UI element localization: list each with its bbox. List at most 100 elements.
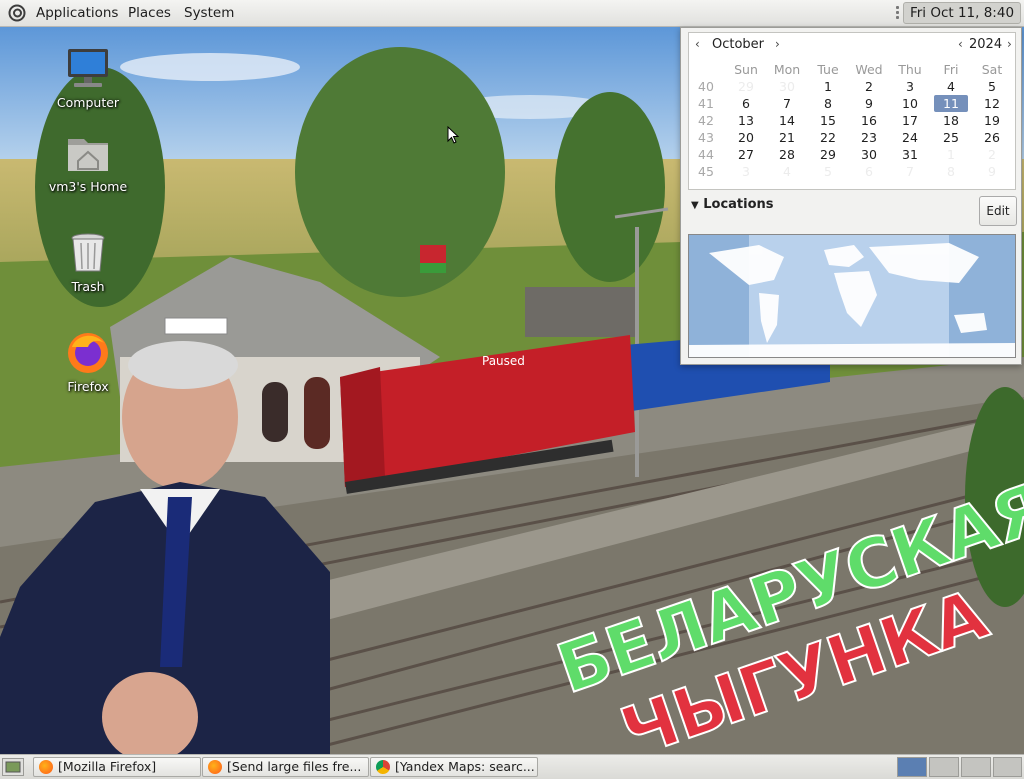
weekday-header: Sat bbox=[981, 62, 1003, 77]
locations-label: Locations bbox=[703, 197, 774, 212]
calendar-day[interactable]: 8 bbox=[811, 95, 845, 112]
next-month-button[interactable]: › bbox=[775, 37, 780, 51]
weekday-header-row: Sun Mon Tue Wed Thu Fri Sat bbox=[689, 61, 1015, 78]
chrome-icon bbox=[376, 760, 390, 774]
calendar-day[interactable]: 5 bbox=[811, 163, 845, 180]
calendar-popup: ‹ October › ‹ 2024 › Sun Mon Tue Wed Thu… bbox=[680, 27, 1022, 365]
calendar-day[interactable]: 13 bbox=[729, 112, 763, 129]
week-number: 45 bbox=[698, 164, 714, 179]
desktop-icon-label: Trash bbox=[71, 279, 105, 294]
taskbar-item-label: [Yandex Maps: searc... bbox=[395, 759, 535, 774]
week-row: 40 29 30 1 2 3 4 5 bbox=[689, 78, 1015, 95]
prev-month-button[interactable]: ‹ bbox=[695, 37, 700, 51]
week-row: 41 6 7 8 9 10 11 12 bbox=[689, 95, 1015, 112]
week-row: 43 20 21 22 23 24 25 26 bbox=[689, 129, 1015, 146]
taskbar-item-label: [Send large files fre... bbox=[227, 759, 362, 774]
calendar-day[interactable]: 4 bbox=[934, 78, 968, 95]
trash-icon bbox=[64, 229, 112, 277]
weekday-header: Tue bbox=[817, 62, 839, 77]
calendar-day[interactable]: 6 bbox=[852, 163, 886, 180]
calendar: ‹ October › ‹ 2024 › Sun Mon Tue Wed Thu… bbox=[688, 32, 1016, 190]
computer-icon bbox=[64, 45, 112, 93]
edit-locations-button[interactable]: Edit bbox=[979, 196, 1017, 226]
places-menu[interactable]: Places bbox=[128, 5, 171, 21]
bottom-panel: [Mozilla Firefox] [Send large files fre.… bbox=[0, 754, 1024, 779]
calendar-day[interactable]: 3 bbox=[729, 163, 763, 180]
calendar-day[interactable]: 1 bbox=[811, 78, 845, 95]
calendar-day[interactable]: 30 bbox=[770, 78, 804, 95]
weekday-header: Sun bbox=[734, 62, 758, 77]
locations-expander[interactable]: ▼ Locations bbox=[691, 197, 774, 212]
desktop-icon-label: Computer bbox=[56, 95, 120, 110]
applications-menu[interactable]: Applications bbox=[36, 5, 118, 21]
calendar-day[interactable]: 14 bbox=[770, 112, 804, 129]
calendar-day[interactable]: 29 bbox=[811, 146, 845, 163]
next-year-button[interactable]: › bbox=[1007, 37, 1012, 51]
calendar-day[interactable]: 9 bbox=[852, 95, 886, 112]
clock-applet[interactable]: Fri Oct 11, 8:40 AM bbox=[903, 2, 1021, 41]
desktop-icon-firefox[interactable]: Firefox bbox=[40, 329, 136, 394]
calendar-day[interactable]: 18 bbox=[934, 112, 968, 129]
workspace-4[interactable] bbox=[993, 757, 1022, 777]
weekday-header: Mon bbox=[773, 62, 801, 77]
calendar-day[interactable]: 12 bbox=[975, 95, 1009, 112]
prev-year-button[interactable]: ‹ bbox=[958, 37, 963, 51]
calendar-day[interactable]: 7 bbox=[770, 95, 804, 112]
taskbar-item-yandex-maps[interactable]: [Yandex Maps: searc... bbox=[370, 757, 538, 777]
week-number: 44 bbox=[698, 147, 714, 162]
mouse-pointer-icon bbox=[447, 126, 459, 144]
week-row: 45 3 4 5 6 7 8 9 bbox=[689, 163, 1015, 180]
calendar-day[interactable]: 2 bbox=[975, 146, 1009, 163]
desktop-icon-trash[interactable]: Trash bbox=[40, 229, 136, 294]
calendar-grid: Sun Mon Tue Wed Thu Fri Sat 40 29 30 1 2 3 4 5 4… bbox=[689, 61, 1015, 180]
desktop-icon-label: vm3's Home bbox=[48, 179, 128, 194]
calendar-day[interactable]: 1 bbox=[934, 146, 968, 163]
workspace-1[interactable] bbox=[897, 757, 927, 777]
calendar-day[interactable]: 8 bbox=[934, 163, 968, 180]
calendar-day[interactable]: 3 bbox=[893, 78, 927, 95]
calendar-day-today[interactable]: 11 bbox=[934, 95, 968, 112]
calendar-day[interactable]: 23 bbox=[852, 129, 886, 146]
calendar-day[interactable]: 22 bbox=[811, 129, 845, 146]
workspace-3[interactable] bbox=[961, 757, 991, 777]
calendar-day[interactable]: 4 bbox=[770, 163, 804, 180]
calendar-day[interactable]: 16 bbox=[852, 112, 886, 129]
calendar-day[interactable]: 31 bbox=[893, 146, 927, 163]
expander-arrow-icon: ▼ bbox=[691, 200, 699, 211]
week-number: 43 bbox=[698, 130, 714, 145]
desktop-icon-home[interactable]: vm3's Home bbox=[40, 129, 136, 194]
calendar-day[interactable]: 30 bbox=[852, 146, 886, 163]
paused-label: Paused bbox=[482, 354, 525, 368]
system-menu[interactable]: System bbox=[184, 5, 234, 21]
taskbar-item-send-files[interactable]: [Send large files fre... bbox=[202, 757, 369, 777]
calendar-day[interactable]: 28 bbox=[770, 146, 804, 163]
panel-handle-icon[interactable] bbox=[894, 5, 900, 21]
taskbar-item-firefox[interactable]: [Mozilla Firefox] bbox=[33, 757, 201, 777]
calendar-day[interactable]: 19 bbox=[975, 112, 1009, 129]
home-folder-icon bbox=[64, 129, 112, 177]
calendar-day[interactable]: 6 bbox=[729, 95, 763, 112]
calendar-day[interactable]: 17 bbox=[893, 112, 927, 129]
calendar-day[interactable]: 27 bbox=[729, 146, 763, 163]
calendar-day[interactable]: 20 bbox=[729, 129, 763, 146]
calendar-day[interactable]: 26 bbox=[975, 129, 1009, 146]
top-panel: Applications Places System Fri Oct 11, 8… bbox=[0, 0, 1024, 41]
calendar-day[interactable]: 5 bbox=[975, 78, 1009, 95]
week-number: 40 bbox=[698, 79, 714, 94]
calendar-day[interactable]: 10 bbox=[893, 95, 927, 112]
show-desktop-button[interactable] bbox=[2, 758, 24, 776]
calendar-day[interactable]: 25 bbox=[934, 129, 968, 146]
calendar-day[interactable]: 2 bbox=[852, 78, 886, 95]
calendar-day[interactable]: 7 bbox=[893, 163, 927, 180]
calendar-day[interactable]: 29 bbox=[729, 78, 763, 95]
debian-logo-icon[interactable] bbox=[8, 4, 26, 22]
workspace-2[interactable] bbox=[929, 757, 959, 777]
calendar-day[interactable]: 15 bbox=[811, 112, 845, 129]
calendar-day[interactable]: 24 bbox=[893, 129, 927, 146]
desktop-icon-computer[interactable]: Computer bbox=[40, 45, 136, 110]
show-desktop-icon bbox=[5, 761, 21, 773]
weekday-header: Wed bbox=[855, 62, 883, 77]
weekday-header: Fri bbox=[943, 62, 959, 77]
calendar-day[interactable]: 21 bbox=[770, 129, 804, 146]
calendar-day[interactable]: 9 bbox=[975, 163, 1009, 180]
